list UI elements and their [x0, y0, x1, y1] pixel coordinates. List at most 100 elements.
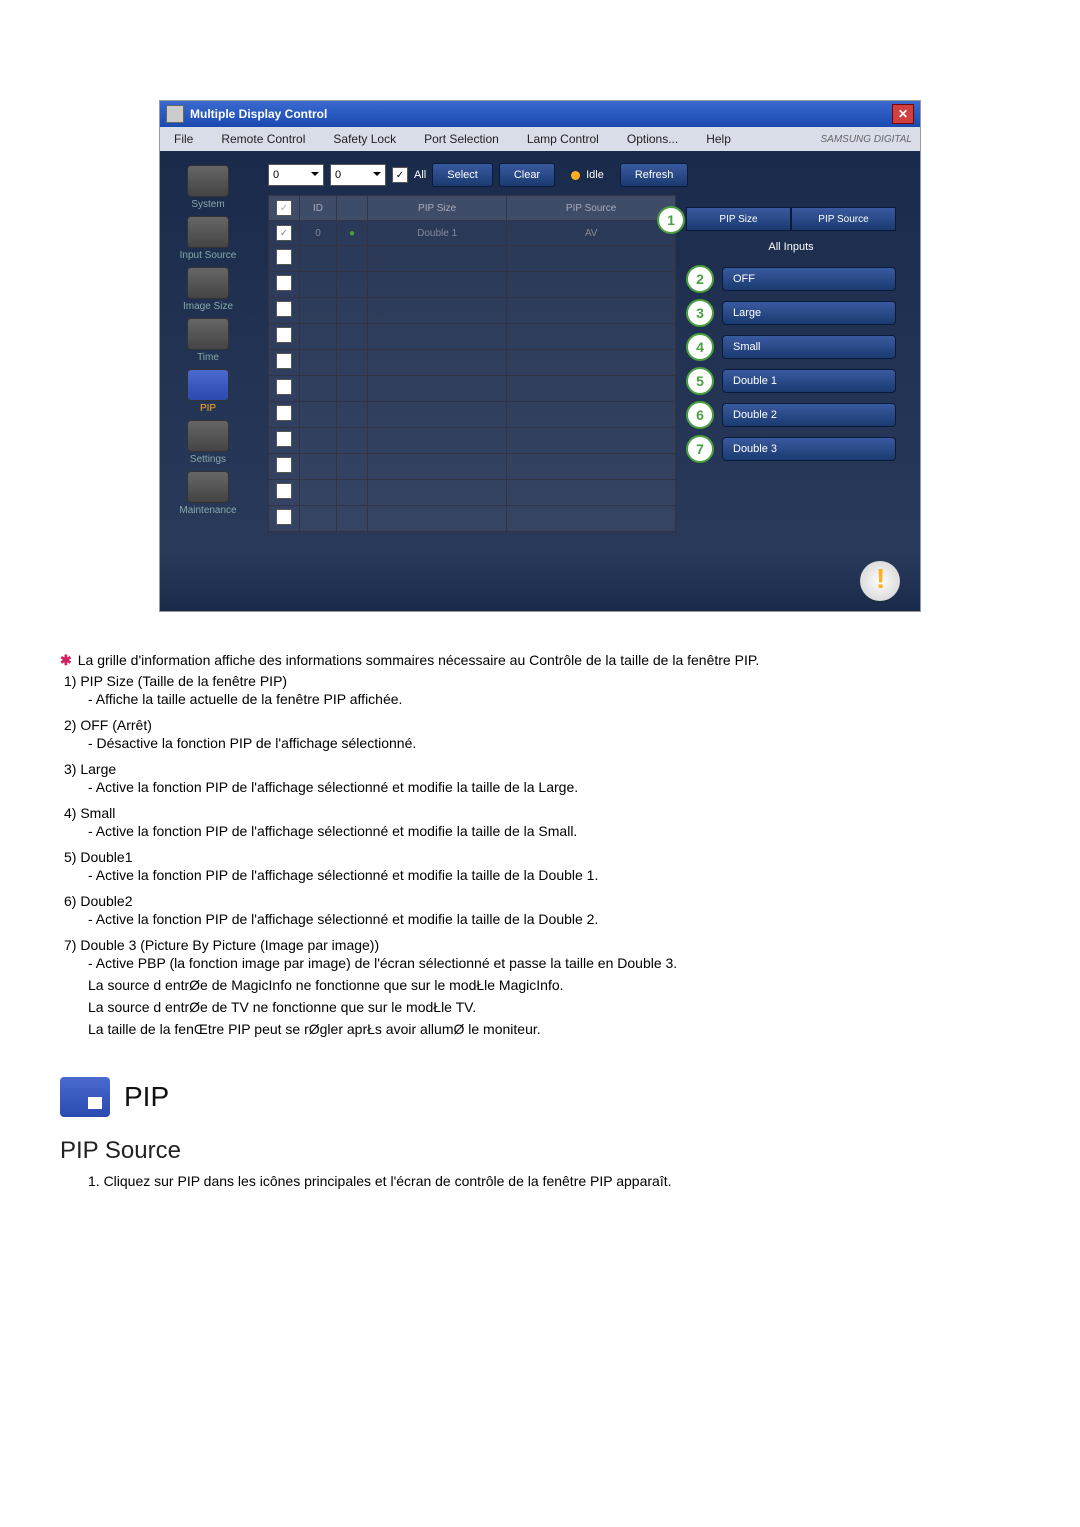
sidebar-label: System: [191, 199, 224, 210]
sidebar-item-time[interactable]: Time: [187, 318, 229, 363]
tab-pip-size[interactable]: 1 PIP Size: [686, 207, 791, 231]
table-row[interactable]: [269, 324, 676, 350]
note-3: La taille de la fenŒtre PIP peut se rØgl…: [88, 1021, 1020, 1037]
row-check-icon[interactable]: ✓: [276, 225, 292, 241]
table-row[interactable]: [269, 350, 676, 376]
sidebar-item-input[interactable]: Input Source: [180, 216, 237, 261]
note-2: La source d entrØe de TV ne fonctionne q…: [88, 999, 1020, 1015]
all-inputs-label: All Inputs: [686, 241, 896, 253]
item-5: 5) Double1: [64, 849, 1020, 865]
double1-button[interactable]: Double 1: [722, 369, 896, 393]
row-check-icon[interactable]: [276, 327, 292, 343]
sidebar-label: PIP: [200, 403, 216, 414]
alert-icon: [860, 561, 900, 601]
image-icon: [187, 267, 229, 299]
off-button[interactable]: OFF: [722, 267, 896, 291]
row-check-icon[interactable]: [276, 431, 292, 447]
dropdown-2[interactable]: 0: [330, 164, 386, 186]
all-label: All: [414, 169, 426, 181]
sidebar: System Input Source Image Size Time PIP …: [160, 151, 256, 551]
callout-2: 2: [686, 265, 714, 293]
callout-3: 3: [686, 299, 714, 327]
table-row[interactable]: [269, 246, 676, 272]
brand-logo: SAMSUNG DIGITAL: [821, 134, 921, 145]
hdr-id: ID: [300, 196, 337, 221]
menu-remote[interactable]: Remote Control: [207, 132, 319, 146]
tab-segment: 1 PIP Size PIP Source: [686, 207, 896, 231]
note-1: La source d entrØe de MagicInfo ne fonct…: [88, 977, 1020, 993]
close-icon[interactable]: ✕: [892, 104, 914, 124]
table-row[interactable]: [269, 376, 676, 402]
table-row[interactable]: [269, 506, 676, 532]
h2-text: PIP: [124, 1081, 169, 1113]
row-check-icon[interactable]: [276, 379, 292, 395]
hdr-check-icon[interactable]: ✓: [276, 200, 292, 216]
sidebar-label: Maintenance: [179, 505, 236, 516]
sidebar-item-image[interactable]: Image Size: [183, 267, 233, 312]
double2-button[interactable]: Double 2: [722, 403, 896, 427]
table-row[interactable]: ✓ 0 ● Double 1 AV: [269, 221, 676, 246]
callout-4: 4: [686, 333, 714, 361]
menu-file[interactable]: File: [160, 132, 207, 146]
refresh-button[interactable]: Refresh: [620, 163, 689, 187]
double3-button[interactable]: Double 3: [722, 437, 896, 461]
item-7-sub: - Active PBP (la fonction image par imag…: [88, 955, 1020, 971]
table-row[interactable]: [269, 402, 676, 428]
tab-pip-source[interactable]: PIP Source: [791, 207, 896, 231]
menu-safety[interactable]: Safety Lock: [319, 132, 410, 146]
table-row[interactable]: [269, 454, 676, 480]
hdr-size: PIP Size: [368, 196, 507, 221]
select-button[interactable]: Select: [432, 163, 493, 187]
sidebar-item-maint[interactable]: Maintenance: [179, 471, 236, 516]
menu-options[interactable]: Options...: [613, 132, 692, 146]
row-check-icon[interactable]: [276, 405, 292, 421]
sidebar-item-pip[interactable]: PIP: [187, 369, 229, 414]
row-check-icon[interactable]: [276, 275, 292, 291]
hdr-stat: [337, 196, 368, 221]
row-check-icon[interactable]: [276, 457, 292, 473]
sidebar-label: Image Size: [183, 301, 233, 312]
hdr-src: PIP Source: [507, 196, 676, 221]
large-button[interactable]: Large: [722, 301, 896, 325]
idle-label: Idle: [586, 169, 604, 181]
cell-src: AV: [507, 221, 676, 246]
app-window: Multiple Display Control ✕ File Remote C…: [159, 100, 921, 612]
item-5-sub: - Active la fonction PIP de l'affichage …: [88, 867, 1020, 883]
small-button[interactable]: Small: [722, 335, 896, 359]
table-row[interactable]: [269, 298, 676, 324]
table-row[interactable]: [269, 428, 676, 454]
all-checkbox[interactable]: ✓: [392, 167, 408, 183]
titlebar: Multiple Display Control ✕: [160, 101, 920, 127]
item-4-sub: - Active la fonction PIP de l'affichage …: [88, 823, 1020, 839]
sidebar-item-settings[interactable]: Settings: [187, 420, 229, 465]
star-icon: ✱: [60, 652, 72, 668]
intro-line: ✱La grille d'information affiche des inf…: [60, 652, 1020, 669]
table-row[interactable]: [269, 272, 676, 298]
dropdown-1[interactable]: 0: [268, 164, 324, 186]
menu-lamp[interactable]: Lamp Control: [513, 132, 613, 146]
sidebar-item-system[interactable]: System: [187, 165, 229, 210]
menu-help[interactable]: Help: [692, 132, 745, 146]
item-7: 7) Double 3 (Picture By Picture (Image p…: [64, 937, 1020, 953]
tab-label: PIP Size: [719, 214, 757, 225]
callout-1: 1: [657, 206, 685, 234]
item-4: 4) Small: [64, 805, 1020, 821]
item-3: 3) Large: [64, 761, 1020, 777]
row-check-icon[interactable]: [276, 483, 292, 499]
table-row[interactable]: [269, 480, 676, 506]
pip-heading-icon: [60, 1077, 110, 1117]
cell-id: 0: [300, 221, 337, 246]
idle-indicator: Idle: [571, 169, 604, 181]
callout-7: 7: [686, 435, 714, 463]
sidebar-label: Settings: [190, 454, 226, 465]
item-1-sub: - Affiche la taille actuelle de la fenêt…: [88, 691, 1020, 707]
app-footer: [160, 551, 920, 611]
item-6: 6) Double2: [64, 893, 1020, 909]
row-check-icon[interactable]: [276, 301, 292, 317]
row-check-icon[interactable]: [276, 353, 292, 369]
clear-button[interactable]: Clear: [499, 163, 555, 187]
menu-port[interactable]: Port Selection: [410, 132, 513, 146]
row-check-icon[interactable]: [276, 249, 292, 265]
row-check-icon[interactable]: [276, 509, 292, 525]
cell-size: Double 1: [368, 221, 507, 246]
